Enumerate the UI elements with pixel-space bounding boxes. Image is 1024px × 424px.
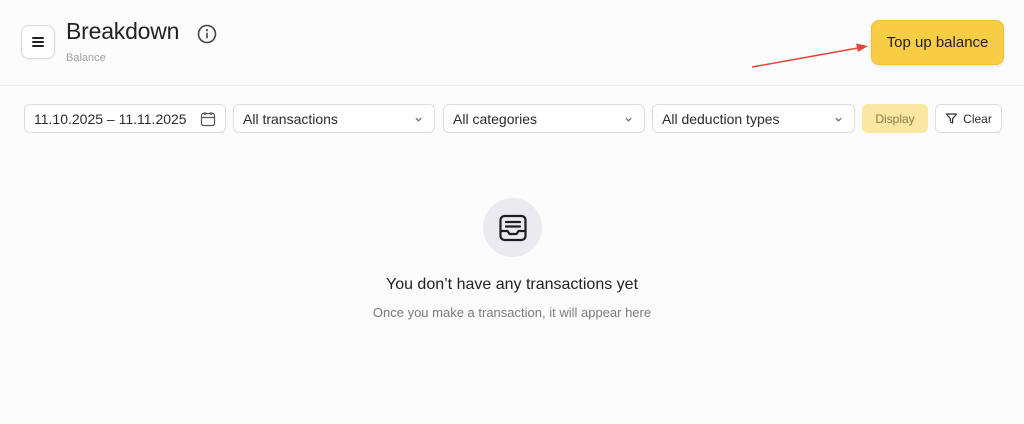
chevron-down-icon xyxy=(415,117,422,122)
deduction-types-select-value: All deduction types xyxy=(662,110,780,127)
date-range-value: 11.10.2025 – 11.11.2025 xyxy=(34,110,187,127)
menu-button[interactable] xyxy=(21,25,55,59)
empty-state-subtitle: Once you make a transaction, it will app… xyxy=(372,305,652,320)
page-subtitle: Balance xyxy=(66,52,106,64)
page: Breakdown Balance Top up balance 11.10.2… xyxy=(0,0,1024,424)
transactions-select[interactable]: All transactions xyxy=(233,104,435,133)
header: Breakdown Balance Top up balance xyxy=(0,0,1024,86)
empty-state-icon-circle xyxy=(483,198,542,257)
page-title: Breakdown xyxy=(66,18,180,44)
top-up-balance-button[interactable]: Top up balance xyxy=(871,20,1004,65)
transactions-select-value: All transactions xyxy=(243,110,338,127)
hamburger-icon xyxy=(32,37,44,47)
categories-select[interactable]: All categories xyxy=(443,104,645,133)
date-range-picker[interactable]: 11.10.2025 – 11.11.2025 xyxy=(24,104,226,133)
clear-button[interactable]: Clear xyxy=(935,104,1002,133)
categories-select-value: All categories xyxy=(453,110,538,127)
display-button[interactable]: Display xyxy=(862,104,928,133)
clear-button-label: Clear xyxy=(963,111,992,126)
chevron-down-icon xyxy=(625,117,632,122)
calendar-icon xyxy=(200,112,216,127)
chevron-down-icon xyxy=(835,117,842,122)
filter-icon xyxy=(946,113,958,124)
info-icon[interactable] xyxy=(197,24,217,44)
deduction-types-select[interactable]: All deduction types xyxy=(652,104,855,133)
inbox-icon xyxy=(498,214,527,241)
empty-state-title: You don’t have any transactions yet xyxy=(385,276,639,293)
